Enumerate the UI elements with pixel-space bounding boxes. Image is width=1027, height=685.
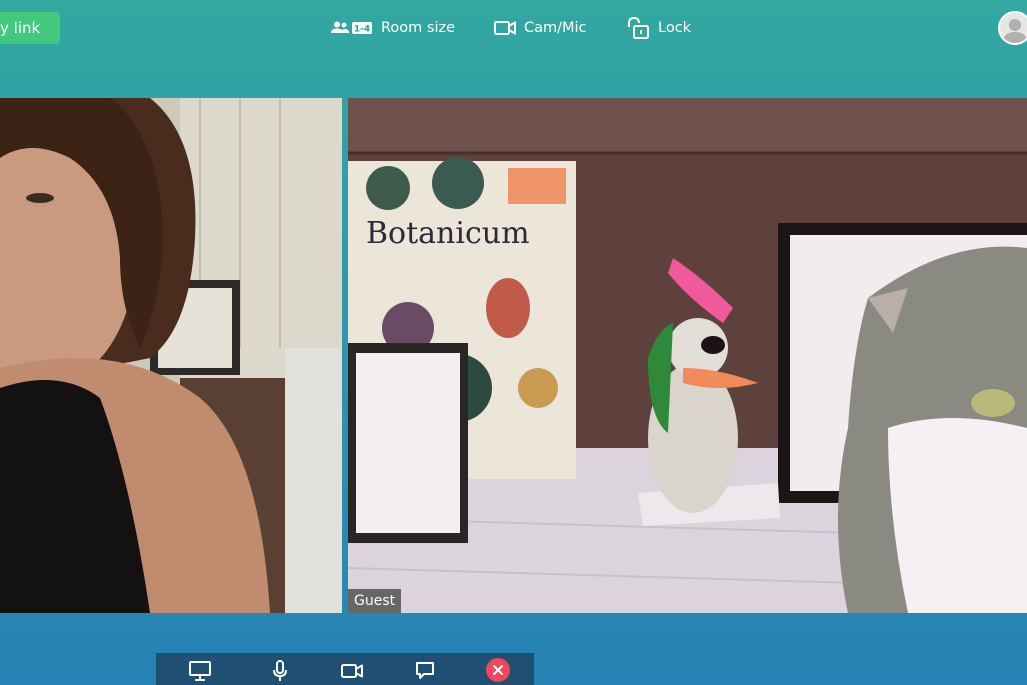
camera-icon [494,20,516,36]
room-size-label: Room size [381,20,456,36]
video-tile-host [0,98,342,613]
room-size-icon: 1-4 [331,20,373,36]
top-bar: y link 1-4 Room size Cam/Mic Lock [0,0,1027,56]
microphone-button[interactable] [268,659,292,683]
lock-label: Lock [658,20,692,36]
monitor-icon [189,661,211,681]
person-icon [1003,19,1027,43]
book-title: Botanicum [366,216,530,251]
room-size-menu[interactable]: 1-4 Room size [331,16,455,40]
host-video-feed [0,98,342,613]
screen-share-button[interactable] [188,659,212,683]
microphone-icon [273,660,287,681]
cam-mic-menu[interactable]: Cam/Mic [494,16,587,40]
copy-link-button[interactable]: y link [0,12,61,44]
camera-button[interactable] [340,659,364,683]
chat-button[interactable] [413,659,437,683]
cam-mic-label: Cam/Mic [524,20,587,36]
leave-call-button[interactable] [486,658,510,682]
video-camera-icon [341,664,363,678]
chat-bubble-icon [416,662,434,679]
video-tile-guest: Botanicum [348,98,1027,613]
close-icon [493,665,503,675]
unlock-icon [626,17,650,39]
call-controls-bar [156,653,534,685]
user-avatar[interactable] [998,11,1027,45]
guest-name-tag: Guest [348,589,402,613]
guest-video-feed: Botanicum [348,98,1027,613]
room-size-badge: 1-4 [354,25,370,35]
lock-menu[interactable]: Lock [626,16,691,40]
